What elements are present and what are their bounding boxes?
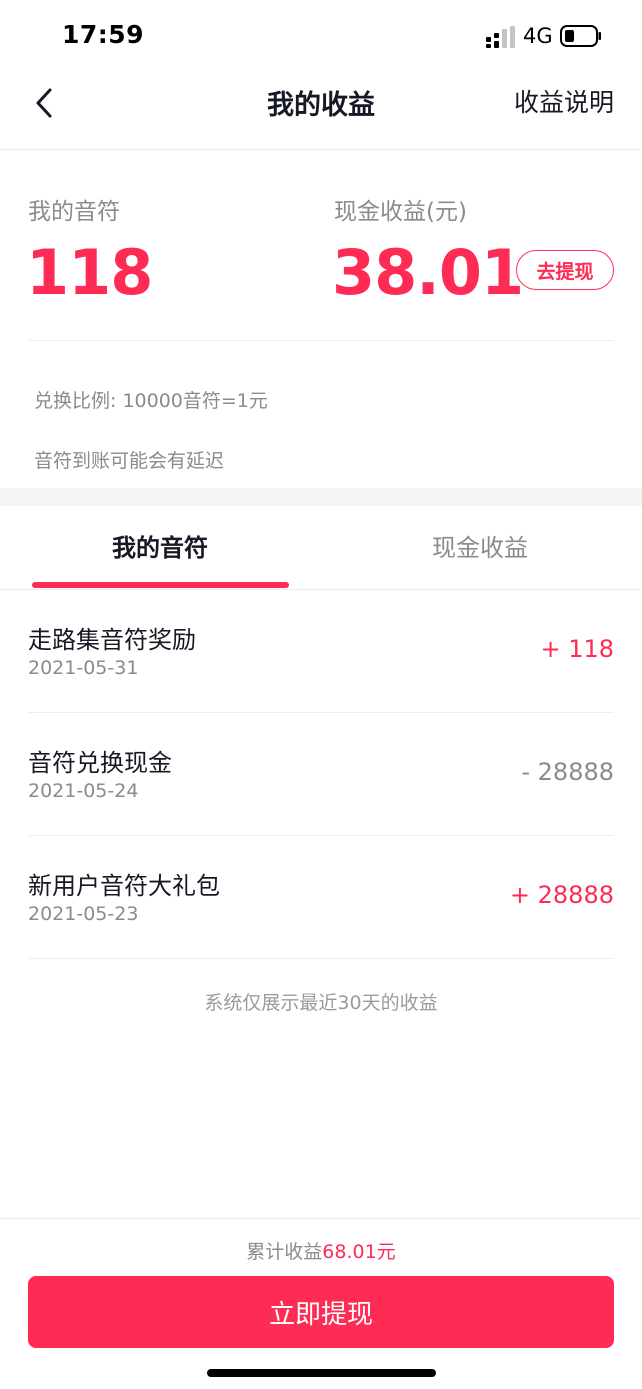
network-label: 4G [523, 24, 553, 48]
record-amount: + 28888 [509, 881, 614, 909]
withdraw-pill-button[interactable]: 去提现 [516, 250, 614, 290]
earnings-page: 17:59 4G 我的收益 收益说明 我的音符 118 现金收益(元) 38.0… [0, 0, 642, 1389]
exchange-rate-note: 兑换比例: 10000音符=1元 [34, 390, 268, 412]
section-separator [0, 488, 642, 506]
record-amount: + 118 [540, 635, 614, 663]
earnings-info-link[interactable]: 收益说明 [514, 83, 614, 119]
divider [28, 340, 614, 341]
signal-icon [486, 26, 515, 48]
tab-bar: 我的音符 现金收益 [0, 506, 642, 590]
cash-value: 38.01 [332, 236, 524, 309]
notes-value: 118 [26, 236, 153, 309]
tab-cash-earnings[interactable]: 现金收益 [352, 528, 608, 563]
delay-note: 音符到账可能会有延迟 [34, 450, 225, 472]
footer-note: 系统仅展示最近30天的收益 [204, 992, 438, 1014]
list-item: 新用户音符大礼包 2021-05-23 + 28888 [28, 836, 614, 959]
tab-indicator [32, 582, 289, 588]
record-title: 新用户音符大礼包 [28, 872, 220, 900]
record-title: 走路集音符奖励 [28, 626, 196, 654]
record-title: 音符兑换现金 [28, 749, 172, 777]
record-date: 2021-05-31 [28, 657, 139, 679]
status-time: 17:59 [62, 20, 145, 49]
total-earnings: 累计收益68.01元 [0, 1237, 642, 1264]
notes-label: 我的音符 [28, 199, 120, 225]
list-item: 走路集音符奖励 2021-05-31 + 118 [28, 590, 614, 713]
record-amount: - 28888 [521, 758, 614, 786]
bottom-bar: 累计收益68.01元 立即提现 [0, 1218, 642, 1389]
list-item: 音符兑换现金 2021-05-24 - 28888 [28, 713, 614, 836]
record-date: 2021-05-24 [28, 780, 139, 802]
withdraw-now-button[interactable]: 立即提现 [28, 1276, 614, 1348]
tab-my-notes[interactable]: 我的音符 [32, 528, 288, 563]
record-list: 走路集音符奖励 2021-05-31 + 118 音符兑换现金 2021-05-… [0, 590, 642, 959]
record-date: 2021-05-23 [28, 903, 139, 925]
total-earnings-label: 累计收益 [246, 1241, 323, 1263]
status-bar: 17:59 4G [0, 0, 642, 72]
home-indicator [207, 1369, 436, 1377]
cash-label: 现金收益(元) [334, 199, 467, 225]
battery-icon [560, 25, 601, 47]
total-earnings-value: 68.01元 [322, 1241, 396, 1263]
earnings-summary: 我的音符 118 现金收益(元) 38.01 去提现 兑换比例: 10000音符… [0, 150, 642, 488]
nav-bar: 我的收益 收益说明 [0, 72, 642, 150]
